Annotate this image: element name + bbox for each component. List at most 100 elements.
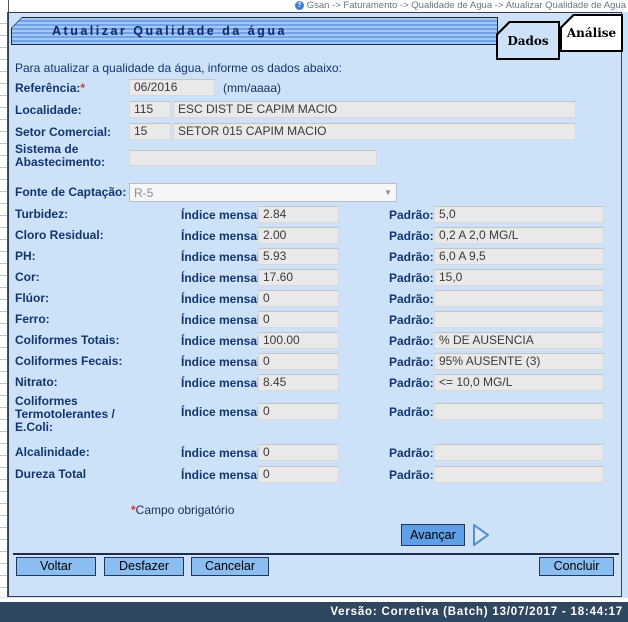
index-value-field: 0 [258,290,339,307]
parameter-row: Ferro: Índice mensal: 0 Padrão: [9,311,621,332]
back-button[interactable]: Voltar [16,557,96,576]
parameter-label: Coliformes Termotolerantes / E.Coli: [15,395,145,434]
parameter-label: PH: [15,250,177,263]
title-bar-stripes: Atualizar Qualidade da água [12,18,497,44]
index-label: Índice mensal: [181,250,264,264]
parameter-label: Coliformes Totais: [15,334,177,347]
parameter-row: Flúor: Índice mensal: 0 Padrão: [9,290,621,311]
standard-label: Padrão: [389,334,434,348]
standard-value-field: 6,0 A 9,5 [434,248,604,265]
tab-analise-label: Análise [562,16,621,50]
capture-source-value: R-5 [134,186,153,200]
standard-value-field: <= 10,0 MG/L [434,374,604,391]
parameter-label: Coliformes Fecais: [15,355,177,368]
index-label: Índice mensal: [181,405,264,419]
form-instruction: Para atualizar a qualidade da água, info… [15,61,342,75]
advance-button[interactable]: Avançar [401,524,465,546]
title-bar: Atualizar Qualidade da água [11,17,498,45]
parameter-row: Coliformes Termotolerantes / E.Coli: Índ… [9,403,621,424]
index-value-field: 17.60 [258,269,339,286]
sector-label: Setor Comercial: [15,125,111,139]
parameter-label: Cor: [15,271,177,284]
tab-dados-label: Dados [498,23,558,58]
parameter-row: Cloro Residual: Índice mensal: 2.00 Padr… [9,227,621,248]
breadcrumb: ? Gsan -> Faturamento -> Qualidade de Ag… [0,0,628,12]
frame-corner-line [8,0,9,12]
parameter-label: Cloro Residual: [15,229,177,242]
undo-button[interactable]: Desfazer [104,557,184,576]
cancel-button[interactable]: Cancelar [191,557,269,576]
standard-value-field: 15,0 [434,269,604,286]
index-label: Índice mensal: [181,355,264,369]
reference-label: Referência:* [15,81,85,95]
tab-analise[interactable]: Análise [560,14,623,52]
index-label: Índice mensal: [181,334,264,348]
index-label: Índice mensal: [181,271,264,285]
index-label: Índice mensal: [181,229,264,243]
version-text: Versão: Corretiva (Batch) 13/07/2017 - 1… [330,606,623,618]
required-asterisk: * [80,81,85,95]
parameter-label: Dureza Total [15,468,177,481]
index-value-field: 0 [258,466,339,483]
tab-dados[interactable]: Dados [496,21,560,60]
chevron-down-icon: ▼ [384,188,392,197]
capture-source-select[interactable]: R-5 ▼ [129,183,397,202]
standard-value-field [434,311,604,328]
required-field-note: *Campo obrigatório [131,503,234,517]
advance-arrow-icon[interactable] [471,523,491,547]
standard-label: Padrão: [389,250,434,264]
index-value-field: 2.00 [258,227,339,244]
sector-name-field: SETOR 015 CAPIM MACIO [173,123,576,140]
index-label: Índice mensal: [181,208,264,222]
page-title: Atualizar Qualidade da água [12,24,287,38]
locality-code-input: 115 [129,101,171,118]
finish-button[interactable]: Concluir [539,557,614,576]
index-value-field: 0 [258,403,339,420]
parameter-row: Dureza Total Índice mensal: 0 Padrão: [9,466,621,487]
capture-source-label: Fonte de Captação: [15,185,126,199]
button-divider [13,553,619,555]
index-value-field: 100.00 [258,332,339,349]
standard-label: Padrão: [389,468,434,482]
index-label: Índice mensal: [181,376,264,390]
parameter-row: Turbidez: Índice mensal: 2.84 Padrão: 5,… [9,206,621,227]
version-footer: Versão: Corretiva (Batch) 13/07/2017 - 1… [0,602,628,622]
parameter-label: Flúor: [15,292,177,305]
index-label: Índice mensal: [181,446,264,460]
index-label: Índice mensal: [181,313,264,327]
standard-value-field [434,444,604,461]
sector-code-input: 15 [129,123,171,140]
index-value-field: 0 [258,353,339,370]
parameter-row: Alcalinidade: Índice mensal: 0 Padrão: [9,444,621,465]
index-value-field: 5.93 [258,248,339,265]
parameter-row: Nitrato: Índice mensal: 8.45 Padrão: <= … [9,374,621,395]
index-label: Índice mensal: [181,292,264,306]
index-value-field: 8.45 [258,374,339,391]
standard-label: Padrão: [389,292,434,306]
reference-input: 06/2016 [129,79,215,96]
supply-system-field [129,150,377,166]
locality-name-field: ESC DIST DE CAPIM MACIO [173,101,576,118]
parameter-label: Alcalinidade: [15,446,177,459]
standard-value-field: 0,2 A 2,0 MG/L [434,227,604,244]
standard-label: Padrão: [389,313,434,327]
index-value-field: 2.84 [258,206,339,223]
parameter-label: Nitrato: [15,376,177,389]
parameter-row: PH: Índice mensal: 5.93 Padrão: 6,0 A 9,… [9,248,621,269]
standard-value-field [434,466,604,483]
standard-value-field [434,290,604,307]
parameter-row: Coliformes Fecais: Índice mensal: 0 Padr… [9,353,621,374]
standard-value-field: 5,0 [434,206,604,223]
left-frame-ridge [0,12,8,597]
main-window: Atualizar Qualidade da água Análise Dado… [8,12,622,597]
parameter-row: Cor: Índice mensal: 17.60 Padrão: 15,0 [9,269,621,290]
standard-label: Padrão: [389,446,434,460]
supply-system-label: Sistema de Abastecimento: [15,143,127,169]
index-label: Índice mensal: [181,468,264,482]
help-icon[interactable]: ? [295,1,304,10]
standard-label: Padrão: [389,355,434,369]
standard-label: Padrão: [389,405,434,419]
reference-format-hint: (mm/aaaa) [223,81,281,95]
breadcrumb-path: Gsan -> Faturamento -> Qualidade de Agua… [307,0,626,11]
index-value-field: 0 [258,311,339,328]
